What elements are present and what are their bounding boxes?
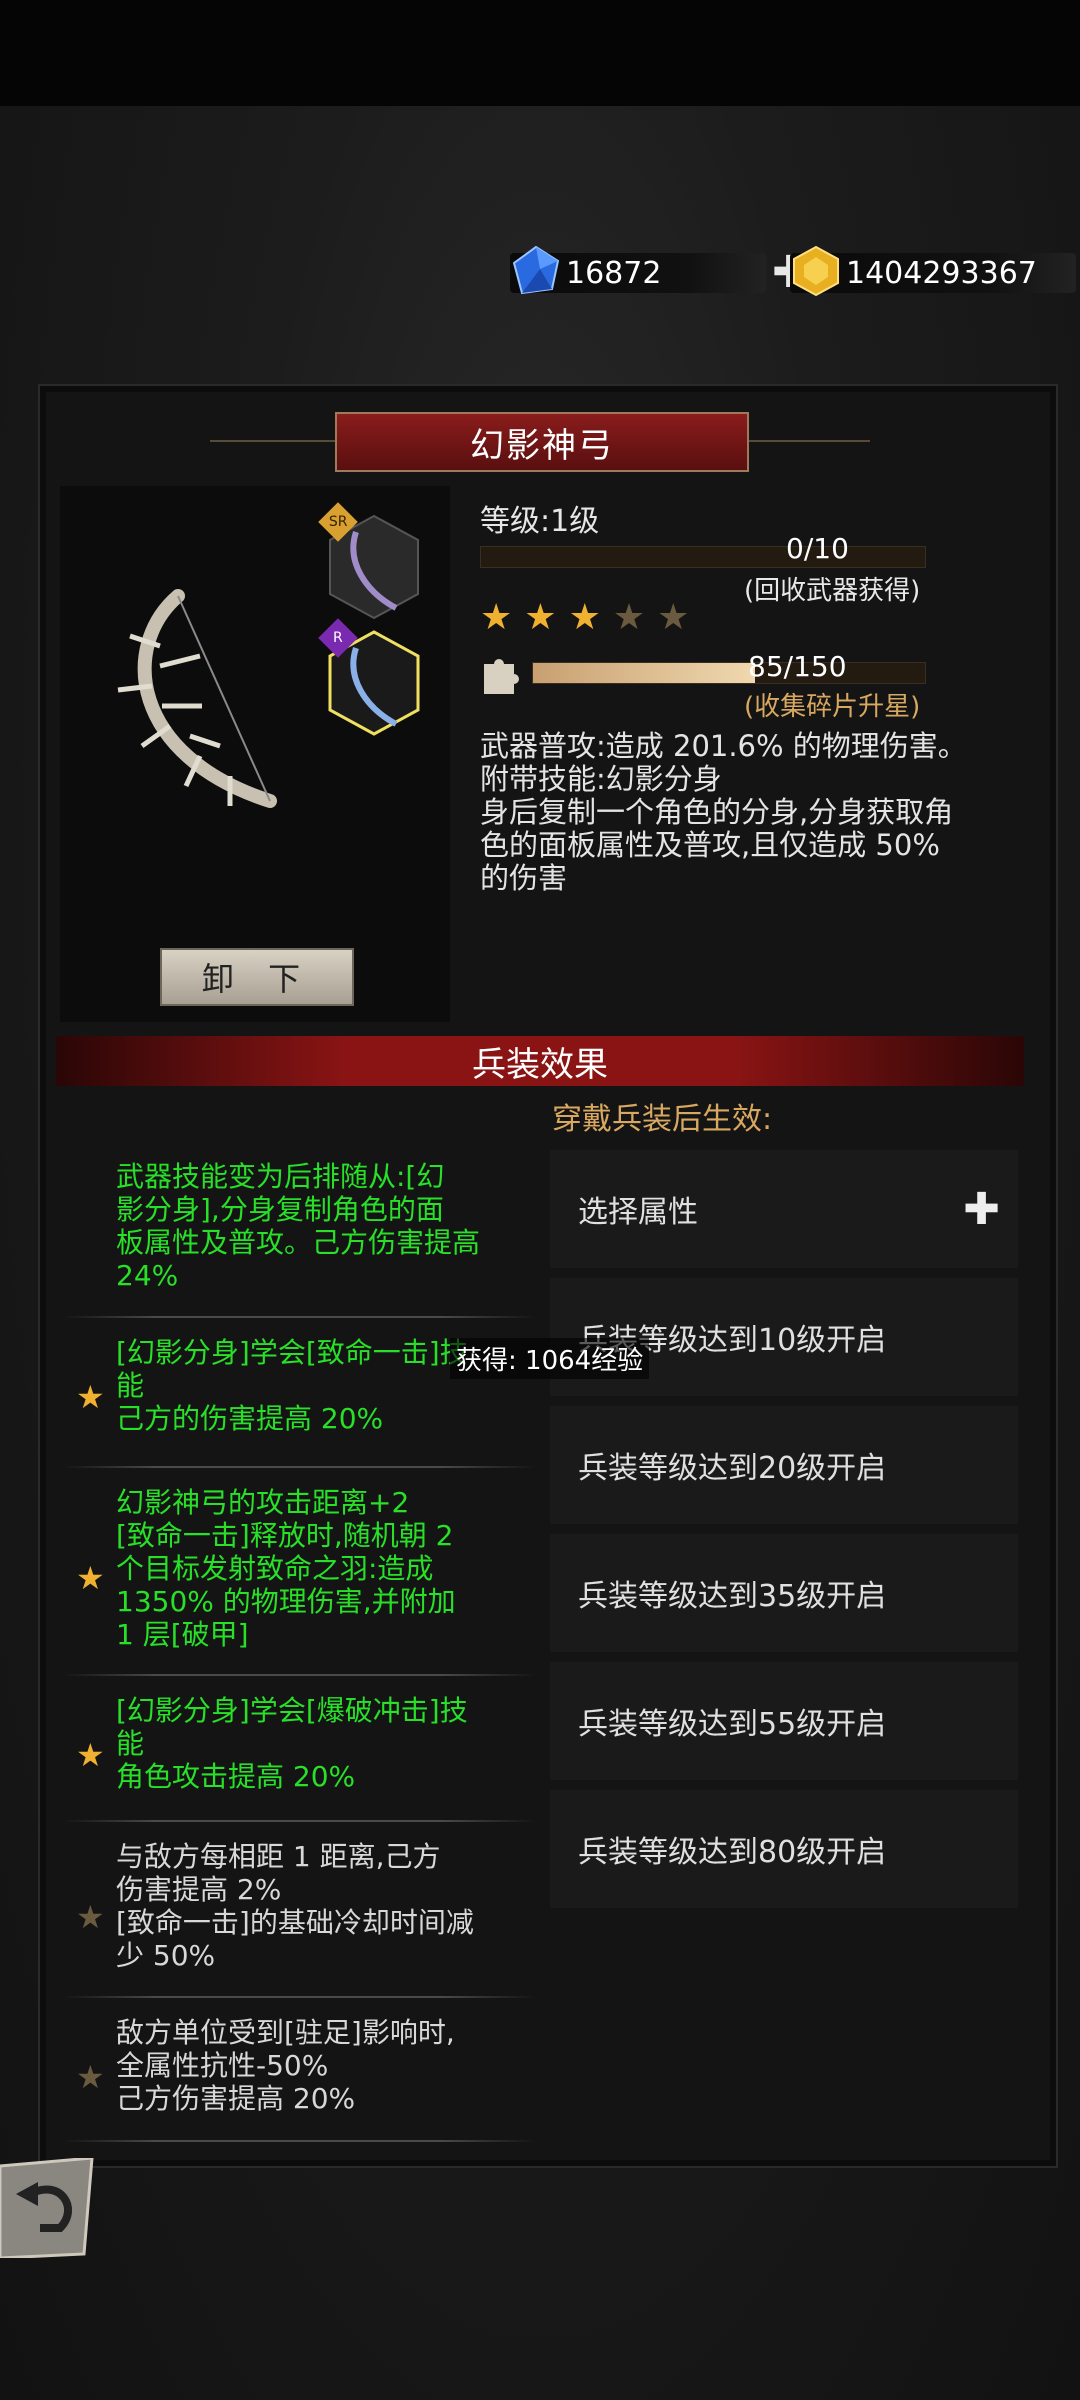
sr-badge-text: SR [328, 514, 348, 530]
effect-line: 幻影神弓的攻击距离+2 [116, 1486, 410, 1519]
puzzle-piece-icon [484, 659, 519, 694]
locked-attribute-card: 兵装等级达到80级开启 [550, 1790, 1018, 1908]
star-icon: ★ [76, 1736, 105, 1774]
effect-line: 全属性抗性-50% [116, 2049, 329, 2082]
effect-line: 1 层[破甲] [116, 1618, 249, 1651]
effect-text: [幻影分身]学会[致命一击]技能己方的伤害提高 20% [116, 1336, 468, 1435]
star-icon: ★ [76, 1378, 105, 1416]
effect-line: [幻影分身]学会[爆破冲击]技 [116, 1694, 468, 1727]
attribute-card-label: 兵装等级达到80级开启 [578, 1835, 887, 1870]
effect-text: 与敌方每相距 1 距离,己方 伤害提高 2% [致命一击]的基础冷却时间减少 50% [116, 1840, 474, 1972]
status-bar [0, 0, 1080, 106]
effect-line: 24% [116, 1259, 179, 1292]
effect-line: 己方的伤害提高 20% [116, 1402, 384, 1435]
desc-line: 的伤害 [480, 861, 568, 895]
r-weapon-slot[interactable]: R [318, 618, 422, 738]
weapon-title: 幻影神弓 [335, 412, 749, 472]
effect-text: 幻影神弓的攻击距离+2 [致命一击]释放时,随机朝 2 个目标发射致命之羽:造成 13… [116, 1486, 456, 1651]
effect-line: 板属性及普攻。己方伤害提高 [116, 1226, 481, 1259]
level-progress-bar [480, 546, 926, 568]
weapon-description: 武器普攻:造成 201.6% 的物理伤害。 附带技能:幻影分身 身后复制一个角色… [480, 730, 1020, 895]
gem-amount: 16872 [566, 255, 662, 291]
desc-line: 附带技能:幻影分身 [480, 762, 722, 796]
wear-note: 穿戴兵装后生效: [552, 1102, 773, 1137]
effect-line: 与敌方每相距 1 距离,己方 [116, 1840, 441, 1873]
effect-item: 幻影神弓的攻击距离+2 [致命一击]释放时,随机朝 2 个目标发射致命之羽:造成 13… [60, 1486, 538, 1672]
effects-title: 兵装效果 [56, 1036, 1024, 1086]
gold-amount: 1404293367 [846, 255, 1037, 291]
attribute-card-label: 兵装等级达到35级开启 [578, 1579, 887, 1614]
divider [62, 1466, 536, 1468]
sr-weapon-slot[interactable]: SR [318, 502, 422, 622]
bow-icon [117, 589, 277, 808]
locked-attribute-card: 兵装等级达到55级开启 [550, 1662, 1018, 1780]
back-button[interactable] [0, 2158, 96, 2258]
effect-line: 少 50% [116, 1939, 216, 1972]
blue-gem-icon [512, 245, 560, 295]
effect-line: 能 [116, 1727, 145, 1760]
attribute-card-label: 兵装等级达到55级开启 [578, 1707, 887, 1742]
desc-line: 武器普攻:造成 201.6% 的物理伤害。 [480, 729, 967, 763]
gold-currency: 1404293367 ✚ [790, 245, 1080, 298]
divider [62, 1996, 536, 1998]
attribute-card-label: 兵装等级达到20级开启 [578, 1451, 887, 1486]
effect-item: 敌方单位受到[驻足]影响时, 全属性抗性-50% 己方伤害提高 20% ★ [60, 2016, 538, 2140]
effect-text: 敌方单位受到[驻足]影响时, 全属性抗性-50% 己方伤害提高 20% [116, 2016, 455, 2115]
effect-item: [幻影分身]学会[爆破冲击]技能角色攻击提高 20% ★ [60, 1694, 538, 1818]
effect-line: 己方伤害提高 20% [116, 2082, 356, 2115]
title-line-right [740, 440, 870, 442]
divider [62, 1820, 536, 1822]
title-line-left [210, 440, 340, 442]
desc-line: 身后复制一个角色的分身,分身获取角 [480, 795, 954, 829]
effect-line: [幻影分身]学会[致命一击]技 [116, 1336, 468, 1369]
divider [62, 2140, 536, 2142]
effect-line: 能 [116, 1369, 145, 1402]
fragment-note: (收集碎片升星) [744, 692, 921, 722]
star-rating: ★ ★ ★ ★ ★ [480, 600, 689, 636]
gem-currency: 16872 ✚ [510, 245, 809, 298]
star-icon: ★ [76, 2058, 105, 2096]
locked-attribute-card: 兵装等级达到35级开启 [550, 1534, 1018, 1652]
effect-line: 角色攻击提高 20% [116, 1760, 356, 1793]
effect-item: 与敌方每相距 1 距离,己方 伤害提高 2% [致命一击]的基础冷却时间减少 50%… [60, 1840, 538, 1996]
locked-attribute-card: 兵装等级达到20级开启 [550, 1406, 1018, 1524]
desc-line: 色的面板属性及普攻,且仅造成 50% [480, 828, 940, 862]
star-filled-icon: ★ [480, 597, 513, 638]
divider [62, 1674, 536, 1676]
fragment-progress-bar [532, 662, 926, 684]
level-progress-note: (回收武器获得) [744, 576, 921, 606]
divider [62, 1316, 536, 1318]
unequip-button[interactable]: 卸 下 [160, 948, 354, 1006]
effect-line: [致命一击]的基础冷却时间减 [116, 1906, 474, 1939]
level-progress-text: 0/10 [786, 532, 849, 565]
level-label: 等级:1级 [480, 504, 600, 539]
add-attribute-button[interactable]: ✚ [963, 1184, 1000, 1235]
star-filled-icon: ★ [524, 597, 557, 638]
effect-line: [致命一击]释放时,随机朝 2 [116, 1519, 454, 1552]
effect-item: 武器技能变为后排随从:[幻 影分身],分身复制角色的面 板属性及普攻。己方伤害提高 2… [60, 1160, 538, 1316]
star-empty-icon: ★ [612, 597, 646, 638]
effect-line: 武器技能变为后排随从:[幻 [116, 1160, 445, 1193]
effect-line: 敌方单位受到[驻足]影响时, [116, 2016, 455, 2049]
effect-text: 武器技能变为后排随从:[幻 影分身],分身复制角色的面 板属性及普攻。己方伤害提高 2… [116, 1160, 480, 1292]
effect-line: 伤害提高 2% [116, 1873, 282, 1906]
weapon-preview: SR R [60, 486, 450, 1022]
star-icon: ★ [76, 1559, 105, 1597]
gold-gem-icon [793, 245, 839, 297]
star-icon: ★ [76, 1898, 105, 1936]
select-attribute-card[interactable]: 选择属性 ✚ [550, 1150, 1018, 1268]
effect-text: [幻影分身]学会[爆破冲击]技能角色攻击提高 20% [116, 1694, 468, 1793]
attribute-card-label: 选择属性 [578, 1195, 698, 1230]
effect-line: 影分身],分身复制角色的面 [116, 1193, 444, 1226]
effect-line: 个目标发射致命之羽:造成 [116, 1552, 434, 1585]
exp-toast: 获得: 1064经验 [450, 1338, 650, 1379]
star-filled-icon: ★ [568, 597, 601, 638]
star-empty-icon: ★ [657, 597, 690, 638]
fragment-progress-text: 85/150 [748, 650, 847, 683]
r-badge-text: R [333, 629, 343, 646]
effect-line: 1350% 的物理伤害,并附加 [116, 1585, 456, 1618]
